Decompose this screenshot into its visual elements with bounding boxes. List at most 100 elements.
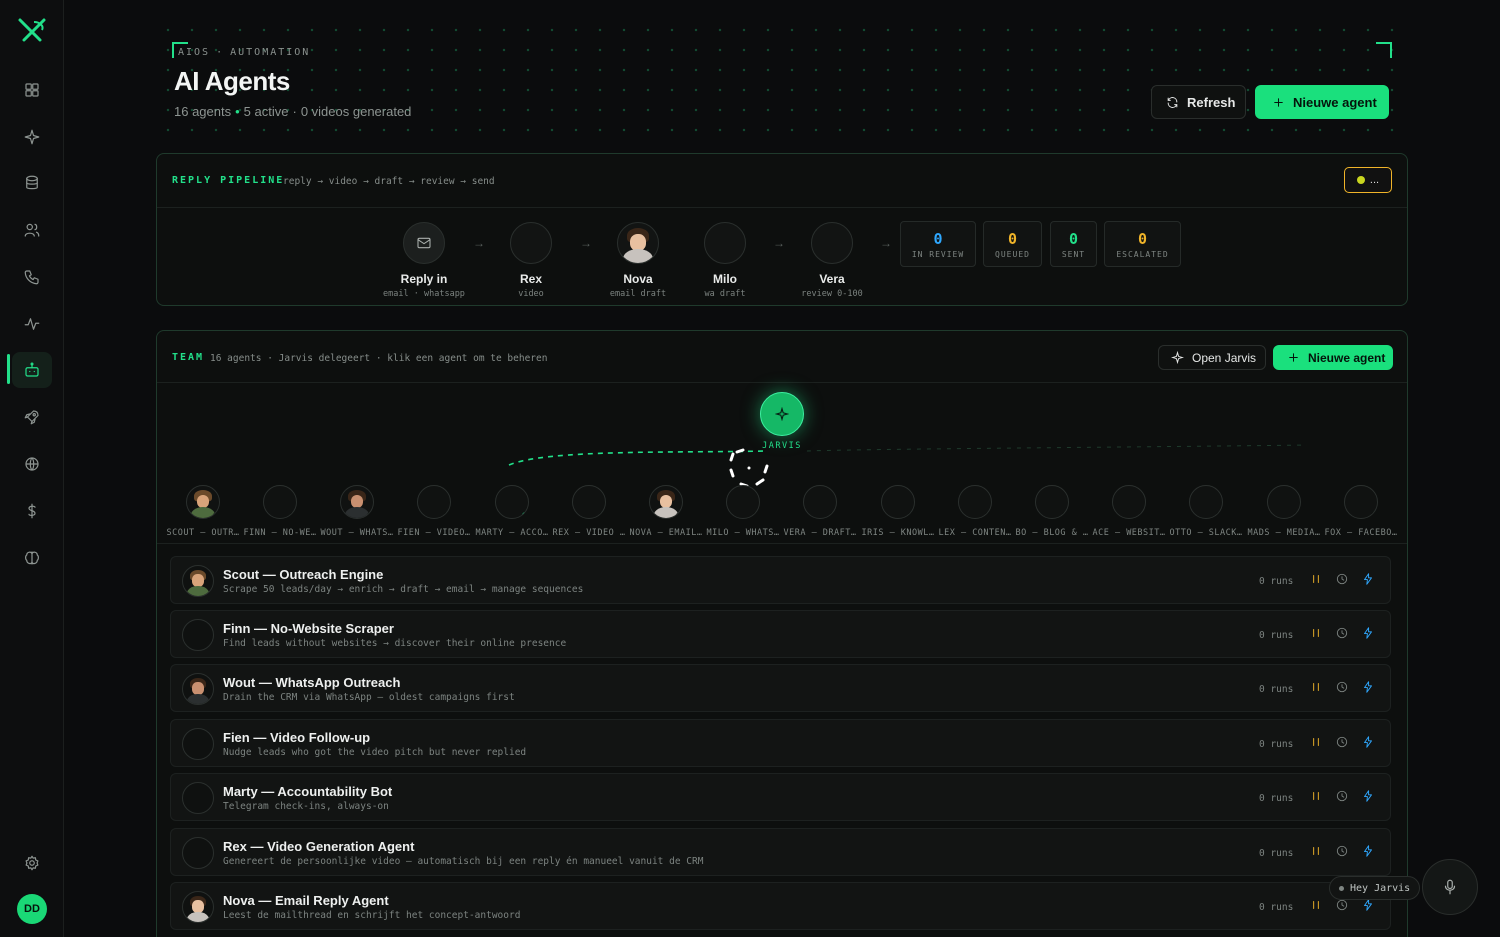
agent-row-scout[interactable]: Scout — Outreach Engine Scrape 50 leads/… bbox=[170, 556, 1391, 604]
agent-avatar bbox=[811, 222, 853, 264]
agent-avatar bbox=[704, 222, 746, 264]
schedule-button[interactable] bbox=[1335, 789, 1351, 805]
run-button[interactable] bbox=[1361, 680, 1377, 696]
schedule-button[interactable] bbox=[1335, 844, 1351, 860]
team-member-avatar[interactable] bbox=[803, 485, 837, 519]
refresh-button[interactable]: Refresh bbox=[1151, 85, 1246, 119]
schedule-button[interactable] bbox=[1335, 680, 1351, 696]
pause-button[interactable] bbox=[1309, 626, 1325, 642]
lightning-icon bbox=[1364, 845, 1372, 857]
sidebar: DD bbox=[0, 0, 64, 937]
user-avatar[interactable]: DD bbox=[17, 894, 47, 924]
run-button[interactable] bbox=[1361, 789, 1377, 805]
schedule-button[interactable] bbox=[1335, 572, 1351, 588]
team-member-avatar[interactable] bbox=[186, 485, 220, 519]
agent-row-rex[interactable]: Rex — Video Generation Agent Genereert d… bbox=[170, 828, 1391, 876]
pause-button[interactable] bbox=[1309, 789, 1325, 805]
schedule-button[interactable] bbox=[1335, 626, 1351, 642]
run-button[interactable] bbox=[1361, 626, 1377, 642]
team-member-avatar[interactable] bbox=[1267, 485, 1301, 519]
agent-avatar bbox=[182, 728, 214, 760]
team-member-avatar[interactable] bbox=[1035, 485, 1069, 519]
team-member-avatar[interactable] bbox=[726, 485, 760, 519]
nav-database[interactable] bbox=[12, 165, 52, 201]
team-member-avatar[interactable] bbox=[881, 485, 915, 519]
stat-in-review[interactable]: 0 IN REVIEW bbox=[900, 221, 976, 267]
pause-button[interactable] bbox=[1309, 844, 1325, 860]
rocket-icon bbox=[24, 410, 39, 425]
team-member-label: MARTY — ACCO… bbox=[475, 528, 549, 538]
run-button[interactable] bbox=[1361, 572, 1377, 588]
nav-ai[interactable] bbox=[12, 119, 52, 155]
breadcrumb-item[interactable]: AIOS bbox=[178, 47, 210, 58]
team-member-label: FINN — NO-WE… bbox=[243, 528, 317, 538]
run-button[interactable] bbox=[1361, 898, 1377, 914]
voice-hint[interactable]: Hey Jarvis bbox=[1329, 876, 1421, 900]
team-header: TEAM 16 agents · Jarvis delegeert · klik… bbox=[157, 331, 1407, 383]
nav-activity[interactable] bbox=[12, 306, 52, 342]
lightning-icon bbox=[1364, 573, 1372, 585]
stat-queued[interactable]: 0 QUEUED bbox=[983, 221, 1042, 267]
nav-web[interactable] bbox=[12, 446, 52, 482]
new-agent-button[interactable]: Nieuwe agent bbox=[1255, 85, 1389, 119]
team-member-avatar[interactable] bbox=[649, 485, 683, 519]
team-member-avatar[interactable] bbox=[340, 485, 374, 519]
run-button[interactable] bbox=[1361, 735, 1377, 751]
open-jarvis-button[interactable]: Open Jarvis bbox=[1158, 345, 1266, 370]
stat-sent[interactable]: 0 SENT bbox=[1050, 221, 1097, 267]
microphone-button[interactable] bbox=[1422, 859, 1478, 915]
agent-row-finn[interactable]: Finn — No-Website Scraper Find leads wit… bbox=[170, 610, 1391, 658]
team-member-avatar[interactable] bbox=[1189, 485, 1223, 519]
pause-button[interactable] bbox=[1309, 572, 1325, 588]
breadcrumb-item[interactable]: AUTOMATION bbox=[230, 47, 310, 58]
schedule-button[interactable] bbox=[1335, 735, 1351, 751]
pipeline-node-rex[interactable]: Rex video bbox=[471, 222, 591, 299]
jarvis-hub[interactable] bbox=[760, 392, 804, 436]
main-content: AIOS · AUTOMATION AI Agents 16 agents • 5 ac… bbox=[64, 0, 1500, 937]
stat-value: 0 bbox=[933, 230, 943, 248]
agent-row-wout[interactable]: Wout — WhatsApp Outreach Drain the CRM v… bbox=[170, 664, 1391, 712]
schedule-button[interactable] bbox=[1335, 898, 1351, 914]
team-member-avatar[interactable] bbox=[1344, 485, 1378, 519]
pipeline-node-milo[interactable]: Milo wa draft bbox=[665, 222, 785, 299]
brain-icon bbox=[25, 551, 39, 565]
nav-finance[interactable] bbox=[12, 493, 52, 529]
agent-avatar bbox=[182, 673, 214, 705]
team-new-agent-button[interactable]: Nieuwe agent bbox=[1273, 345, 1393, 370]
pipeline-status-toggle[interactable]: ... bbox=[1344, 167, 1392, 193]
pause-icon bbox=[1313, 683, 1319, 691]
nav-launch[interactable] bbox=[12, 399, 52, 435]
team-member-avatar[interactable] bbox=[958, 485, 992, 519]
active-count: 5 active bbox=[243, 104, 289, 119]
nav-agents[interactable] bbox=[12, 352, 52, 388]
pause-button[interactable] bbox=[1309, 680, 1325, 696]
team-member-avatar[interactable] bbox=[263, 485, 297, 519]
pipeline-subtitle: reply → video → draft → review → send bbox=[283, 176, 495, 187]
team-member-avatar[interactable] bbox=[495, 485, 529, 519]
team-member-avatar[interactable] bbox=[572, 485, 606, 519]
run-button[interactable] bbox=[1361, 844, 1377, 860]
phone-icon bbox=[24, 270, 39, 285]
nav-brain[interactable] bbox=[12, 540, 52, 576]
breadcrumb: AIOS · AUTOMATION bbox=[178, 47, 311, 58]
team-member-avatar[interactable] bbox=[1112, 485, 1146, 519]
pipeline-node-vera[interactable]: Vera review 0-100 bbox=[772, 222, 892, 299]
pause-button[interactable] bbox=[1309, 735, 1325, 751]
arrow-right-icon: → bbox=[880, 236, 892, 250]
sparkle-icon bbox=[1171, 351, 1184, 364]
stat-escalated[interactable]: 0 ESCALATED bbox=[1104, 221, 1181, 267]
pause-button[interactable] bbox=[1309, 898, 1325, 914]
agent-row-fien[interactable]: Fien — Video Follow-up Nudge leads who g… bbox=[170, 719, 1391, 767]
agent-description: Find leads without websites → discover t… bbox=[223, 638, 567, 649]
open-jarvis-label: Open Jarvis bbox=[1192, 350, 1257, 365]
nav-dashboard[interactable] bbox=[12, 72, 52, 108]
nav-contacts[interactable] bbox=[12, 212, 52, 248]
nav-calls[interactable] bbox=[12, 259, 52, 295]
agent-runs: 0 runs bbox=[1259, 576, 1294, 587]
nav-settings[interactable] bbox=[12, 845, 52, 881]
agent-row-marty[interactable]: Marty — Accountability Bot Telegram chec… bbox=[170, 773, 1391, 821]
pipeline-node-reply-in[interactable]: Reply in email · whatsapp bbox=[364, 222, 484, 299]
agent-row-nova[interactable]: Nova — Email Reply Agent Leest de mailth… bbox=[170, 882, 1391, 930]
team-member-avatar[interactable] bbox=[417, 485, 451, 519]
brand-logo-icon[interactable] bbox=[16, 14, 48, 46]
